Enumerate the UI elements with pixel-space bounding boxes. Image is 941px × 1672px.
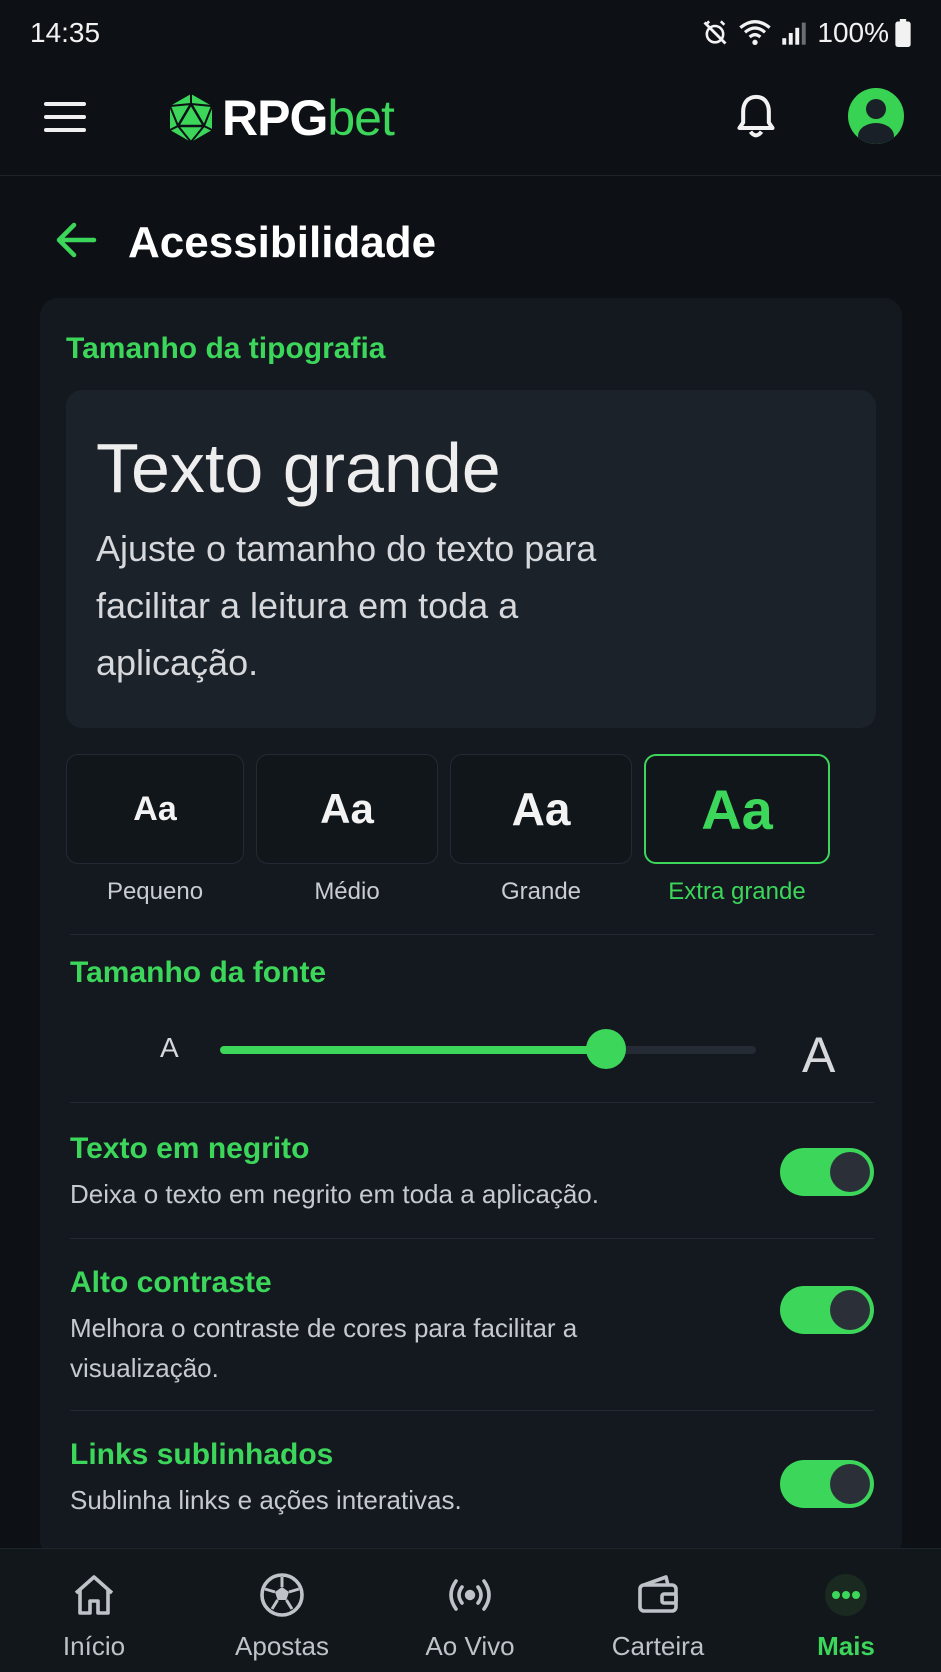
accessibility-card: Tamanho da tipografia Texto grande Ajust… (40, 298, 902, 1558)
notifications-button[interactable] (734, 92, 778, 142)
soccer-ball-icon (260, 1573, 304, 1617)
size-option-large[interactable]: Aa Grande (450, 754, 632, 905)
app-bar: RPGbet (0, 66, 941, 176)
setting-description: Deixa o texto em negrito em toda a aplic… (70, 1179, 599, 1209)
slider-fill (220, 1046, 606, 1054)
alarm-off-icon (703, 20, 727, 45)
home-icon (74, 1575, 114, 1615)
setting-title: Texto em negrito (70, 1132, 310, 1165)
size-option-extra-large[interactable]: Aa Extra grande (644, 754, 830, 905)
status-time: 14:35 (30, 17, 101, 48)
menu-line (44, 128, 86, 132)
back-button[interactable] (54, 220, 98, 260)
size-option-label: Extra grande (668, 878, 806, 905)
nav-label: Ao Vivo (425, 1631, 515, 1661)
logo[interactable]: RPGbet (166, 88, 395, 148)
nav-item-bets[interactable]: Apostas (188, 1549, 376, 1672)
more-dots-icon (825, 1574, 867, 1616)
size-option-glyph: Aa (66, 754, 244, 864)
high-contrast-toggle[interactable] (780, 1286, 874, 1334)
bottom-nav: Início Apostas Ao Vivo Carteira Mais (0, 1548, 941, 1672)
font-size-label: Tamanho da fonte (70, 956, 327, 989)
wallet-icon (638, 1575, 678, 1613)
setting-bold-text: Texto em negrito Deixa o texto em negrit… (70, 1132, 874, 1232)
menu-line (44, 115, 86, 119)
setting-description: Melhora o contraste de cores para facili… (70, 1313, 578, 1383)
menu-line (44, 102, 86, 106)
nav-item-home[interactable]: Início (0, 1549, 188, 1672)
size-option-label: Pequeno (106, 878, 204, 905)
underline-links-toggle[interactable] (780, 1460, 874, 1508)
battery-icon (895, 19, 911, 47)
status-bar: 14:35 100% (0, 0, 941, 66)
live-broadcast-icon (449, 1579, 491, 1611)
font-size-max-glyph: A (802, 1027, 836, 1083)
preview-title: Texto grande (96, 429, 501, 507)
status-icons: 100% (701, 17, 911, 49)
logo-text: RPGbet (222, 89, 395, 147)
nav-label: Mais (817, 1631, 875, 1661)
setting-description: Sublinha links e ações interativas. (70, 1485, 462, 1515)
size-option-label: Grande (500, 878, 582, 905)
page-header: Acessibilidade (0, 176, 941, 296)
size-option-medium[interactable]: Aa Médio (256, 754, 438, 905)
size-option-glyph: Aa (450, 754, 632, 864)
avatar[interactable] (848, 88, 904, 144)
divider (70, 1102, 874, 1103)
battery-percent: 100% (817, 17, 889, 48)
logo-bet: bet (327, 90, 395, 146)
logo-rpg: RPG (222, 90, 328, 146)
nav-item-wallet[interactable]: Carteira (564, 1549, 752, 1672)
size-option-glyph: Aa (256, 754, 438, 864)
bell-icon (737, 94, 775, 138)
page-title: Acessibilidade (128, 218, 437, 267)
nav-label: Início (62, 1631, 126, 1661)
d20-logo-icon (169, 94, 213, 143)
wifi-icon (739, 20, 772, 45)
font-size-min-glyph: A (160, 1032, 179, 1063)
toggle-knob (830, 1464, 870, 1504)
nav-label: Carteira (611, 1631, 705, 1661)
bold-text-toggle[interactable] (780, 1148, 874, 1196)
divider (70, 934, 874, 935)
typography-size-options: Aa Pequeno Aa Médio Aa Grande Aa Extra g… (66, 754, 878, 914)
signal-icon (782, 22, 807, 45)
size-option-glyph: Aa (644, 754, 830, 864)
user-icon (858, 99, 894, 144)
battery: 100% (817, 17, 911, 49)
divider (70, 1238, 874, 1239)
size-option-label: Médio (314, 878, 380, 905)
font-size-slider-row: Tamanho da fonte A A (70, 956, 874, 1083)
setting-underline-links: Links sublinhados Sublinha links e ações… (70, 1438, 874, 1538)
divider (70, 1410, 874, 1411)
text-preview: Texto grande Ajuste o tamanho do texto p… (66, 390, 876, 728)
size-option-small[interactable]: Aa Pequeno (66, 754, 244, 905)
menu-button[interactable] (44, 102, 86, 136)
setting-high-contrast: Alto contraste Melhora o contraste de co… (70, 1266, 874, 1396)
arrow-left-icon (56, 222, 97, 258)
preview-body: Ajuste o tamanho do texto para facilitar… (96, 528, 597, 683)
nav-item-live[interactable]: Ao Vivo (376, 1549, 564, 1672)
typography-section-label: Tamanho da tipografia (66, 332, 386, 365)
nav-label: Apostas (235, 1631, 329, 1661)
setting-title: Alto contraste (70, 1266, 272, 1299)
toggle-knob (830, 1290, 870, 1330)
toggle-knob (830, 1152, 870, 1192)
nav-item-more[interactable]: Mais (752, 1549, 940, 1672)
slider-thumb[interactable] (585, 1029, 626, 1069)
font-size-slider[interactable] (220, 1029, 756, 1069)
setting-title: Links sublinhados (70, 1438, 334, 1471)
